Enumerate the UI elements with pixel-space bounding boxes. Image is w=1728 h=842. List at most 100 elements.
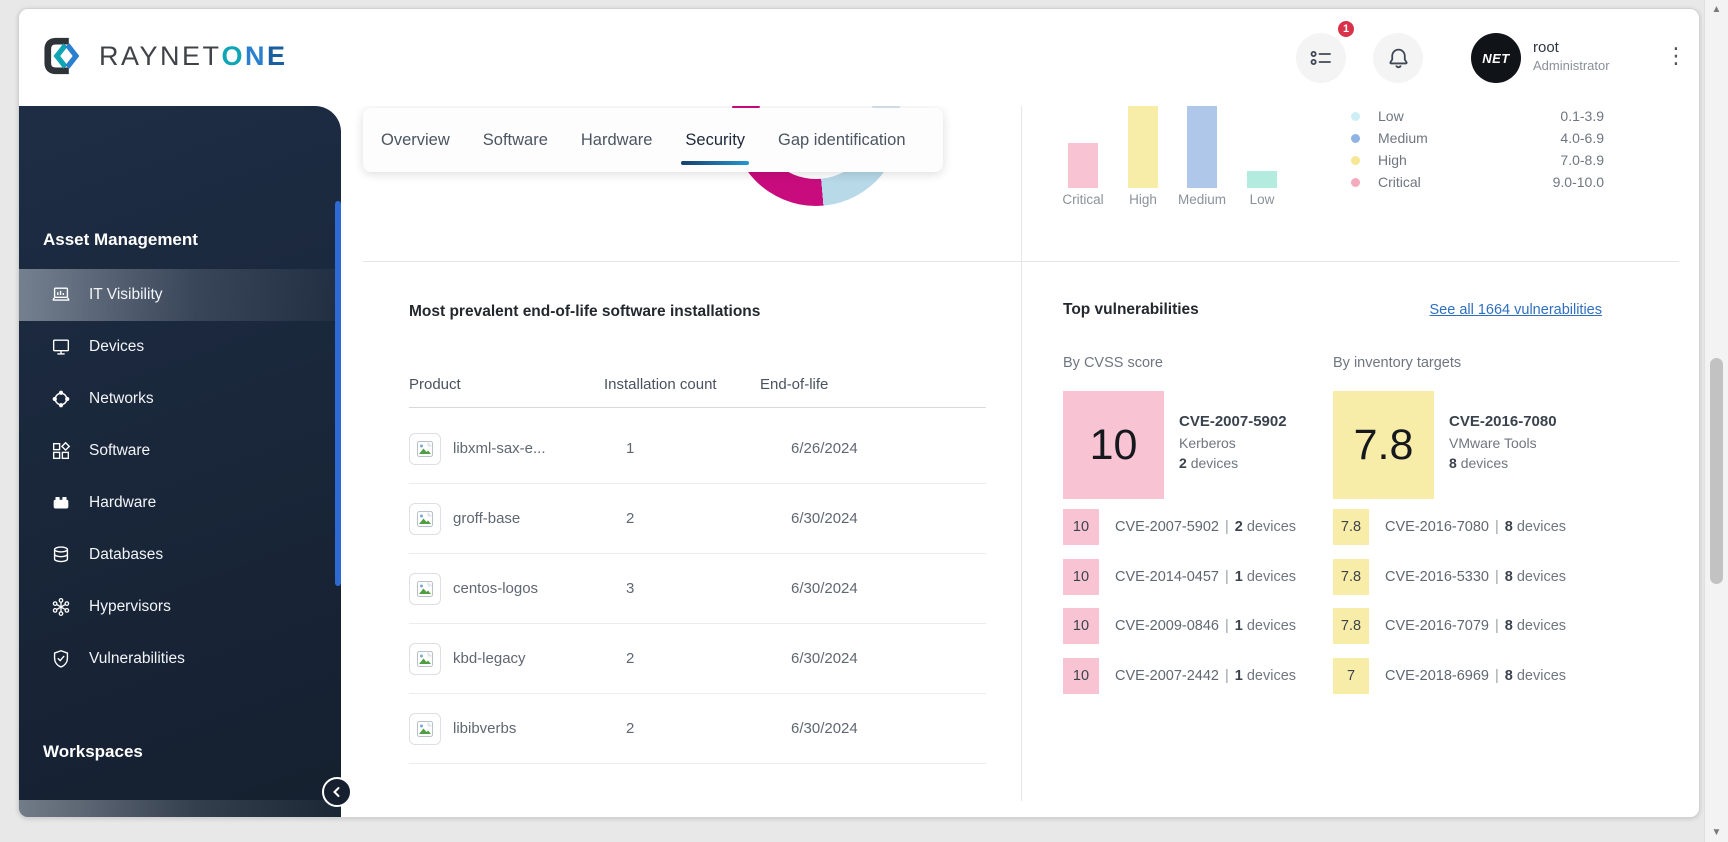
cvss-score-list: 10 CVE-2007-5902 | 2 devices 10 CVE-2014-04… (1063, 509, 1296, 707)
cve-summary: CVE-2009-0846 | 1 devices (1115, 618, 1297, 634)
main-content: Overview Software Hardware Security Gap … (341, 106, 1699, 817)
cve-id: CVE-2016-5330 (1385, 568, 1489, 585)
cvss-range: 4.0-6.9 (1560, 130, 1604, 146)
column-header-end-of-life[interactable]: End-of-life (760, 376, 828, 393)
featured-vulnerability-card-targets[interactable]: 7.8 (1333, 391, 1434, 499)
cve-id: CVE-2009-0846 (1115, 618, 1219, 634)
severity-donut-panel: Overview Software Hardware Security Gap … (341, 106, 1021, 261)
legend-dot-low (1351, 111, 1360, 121)
table-row[interactable]: kbd-legacy 2 6/30/2024 (409, 624, 986, 694)
shield-check-icon (49, 647, 73, 671)
legend-item-high[interactable]: High 7.0-8.9 (1351, 149, 1604, 171)
sidebar-item-software[interactable]: Software (19, 425, 341, 477)
chevron-left-icon (331, 786, 343, 798)
list-item[interactable]: 7.8 CVE-2016-7079 | 8 devices (1333, 608, 1566, 644)
table-row[interactable]: libxml-sax-e... 1 6/26/2024 (409, 414, 986, 484)
table-row[interactable]: centos-logos 3 6/30/2024 (409, 554, 986, 624)
bar-high[interactable] (1128, 106, 1158, 188)
table-row[interactable]: groff-base 2 6/30/2024 (409, 484, 986, 554)
cve-summary: CVE-2007-5902 | 2 devices (1115, 519, 1297, 535)
cvss-score-badge: 7.8 (1333, 608, 1369, 644)
sidebar-item-databases[interactable]: Databases (19, 529, 341, 581)
cvss-score-badge: 10 (1063, 657, 1099, 694)
device-count-line: 2 devices (1179, 455, 1239, 472)
list-item[interactable]: 10 CVE-2007-5902 | 2 devices (1063, 509, 1296, 545)
featured-vulnerability-info: CVE-2016-7080 VMware Tools 8 devices (1449, 411, 1557, 473)
sidebar-item-workspace-asset-management[interactable]: Asset Management (19, 800, 341, 817)
cvss-score-badge: 10 (1063, 558, 1099, 595)
legend-item-medium[interactable]: Medium 4.0-6.9 (1351, 127, 1604, 149)
vulnerable-product: Kerberos (1179, 434, 1236, 451)
user-avatar[interactable]: NET (1471, 33, 1521, 83)
notification-count-badge: 1 (1336, 19, 1356, 39)
briefcase-icon (49, 814, 73, 817)
bar-critical[interactable] (1068, 143, 1098, 188)
list-item[interactable]: 10 CVE-2009-0846 | 1 devices (1063, 608, 1296, 644)
device-count: 8 (1504, 519, 1513, 535)
device-count: 8 (1504, 568, 1513, 585)
sidebar-item-it-visibility[interactable]: IT Visibility (19, 269, 341, 321)
bar-medium[interactable] (1187, 106, 1217, 188)
scrollbar-down-arrow[interactable]: ▼ (1705, 827, 1728, 838)
tab-overview[interactable]: Overview (381, 131, 450, 150)
sidebar-scrollbar-thumb[interactable] (335, 201, 341, 586)
sidebar-item-vulnerabilities[interactable]: Vulnerabilities (19, 633, 341, 685)
cve-id[interactable]: CVE-2016-7080 (1449, 411, 1557, 433)
page-scrollbar[interactable]: ▲ ▼ (1704, 0, 1728, 842)
bar-low[interactable] (1247, 171, 1277, 188)
cve-id: CVE-2018-6969 (1385, 667, 1489, 684)
cve-summary: CVE-2018-6969 | 8 devices (1385, 667, 1567, 684)
table-row[interactable]: libibverbs 2 6/30/2024 (409, 694, 986, 764)
installation-count: 2 (626, 650, 635, 667)
list-item[interactable]: 7.8 CVE-2016-5330 | 8 devices (1333, 558, 1566, 595)
severity-legend: Low 0.1-3.9 Medium 4.0-6.9 High 7.0-8.9 … (1351, 105, 1604, 193)
tab-hardware[interactable]: Hardware (581, 131, 653, 150)
overflow-menu-button[interactable]: ⋮ (1657, 43, 1695, 69)
product-image-placeholder-icon (409, 433, 441, 465)
list-item[interactable]: 7 CVE-2018-6969 | 8 devices (1333, 657, 1567, 694)
list-item[interactable]: 10 CVE-2007-2442 | 1 devices (1063, 657, 1297, 694)
list-item[interactable]: 10 CVE-2014-0457 | 1 devices (1063, 558, 1296, 595)
sidebar: Asset Management IT Visibility Devices N… (19, 106, 341, 817)
legend-item-critical[interactable]: Critical 9.0-10.0 (1351, 171, 1604, 193)
column-header-product[interactable]: Product (409, 376, 461, 393)
sidebar-item-devices[interactable]: Devices (19, 321, 341, 373)
end-of-life-date: 6/30/2024 (791, 510, 858, 527)
user-info[interactable]: root Administrator (1533, 39, 1610, 74)
device-count: 1 (1234, 667, 1243, 684)
sidebar-item-networks[interactable]: Networks (19, 373, 341, 425)
product-image-placeholder-icon (409, 643, 441, 675)
task-list-button[interactable] (1296, 33, 1346, 83)
scrollbar-up-arrow[interactable]: ▲ (1705, 4, 1728, 15)
cvss-score-badge: 7.8 (1333, 558, 1369, 595)
user-name: root (1533, 39, 1559, 56)
cve-id: CVE-2014-0457 (1115, 568, 1219, 585)
tab-gap-identification[interactable]: Gap identification (778, 131, 906, 150)
sidebar-collapse-button[interactable] (322, 777, 352, 807)
cvss-score-badge: 10 (1063, 608, 1099, 644)
column-header-installation-count[interactable]: Installation count (604, 376, 717, 393)
cve-id: CVE-2016-7079 (1385, 618, 1489, 634)
product-image-placeholder-icon (409, 713, 441, 745)
tab-software[interactable]: Software (483, 131, 548, 150)
legend-item-low[interactable]: Low 0.1-3.9 (1351, 105, 1604, 127)
scrollbar-thumb[interactable] (1710, 358, 1723, 584)
cve-id: CVE-2007-2442 (1115, 667, 1219, 684)
product-name: libibverbs (453, 720, 517, 737)
see-all-vulnerabilities-link[interactable]: See all 1664 vulnerabilities (1430, 302, 1603, 318)
sidebar-item-hardware[interactable]: Hardware (19, 477, 341, 529)
list-item[interactable]: 7.8 CVE-2016-7080 | 8 devices (1333, 509, 1566, 545)
cve-summary: CVE-2007-2442 | 1 devices (1115, 667, 1297, 684)
brand-logo[interactable]: RAYNETONE (43, 36, 288, 76)
notifications-button[interactable] (1373, 33, 1423, 83)
sidebar-item-hypervisors[interactable]: Hypervisors (19, 581, 341, 633)
cvss-range: 7.0-8.9 (1560, 152, 1604, 168)
product-image-placeholder-icon (409, 503, 441, 535)
tab-security[interactable]: Security (681, 131, 749, 165)
cve-id[interactable]: CVE-2007-5902 (1179, 411, 1287, 433)
featured-vulnerability-card-cvss[interactable]: 10 (1063, 391, 1164, 499)
brand-name: RAYNETONE (99, 40, 288, 71)
monitor-icon (49, 335, 73, 359)
laptop-dashboard-icon (49, 283, 73, 307)
cve-summary: CVE-2016-7080 | 8 devices (1385, 519, 1567, 535)
